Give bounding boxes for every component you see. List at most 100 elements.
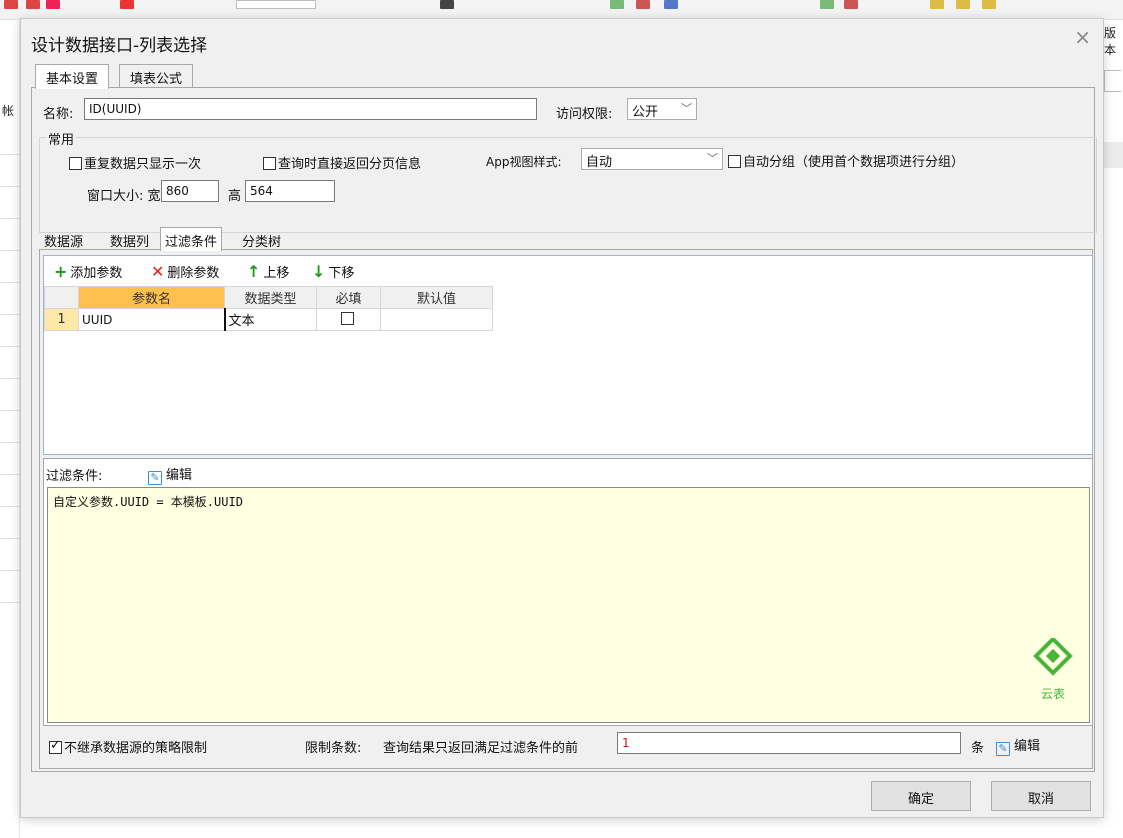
move-up-label: 上移 [263,266,290,281]
no-inherit-box[interactable] [49,738,62,754]
filter-label: 过滤条件: [46,469,103,484]
background-right-panel: 版本 [1104,20,1123,838]
repeat-once-checkbox[interactable]: 重复数据只显示一次 [69,153,201,172]
tab-category-tree[interactable]: 分类树 [237,227,286,250]
move-down-label: 下移 [328,266,355,281]
close-icon[interactable]: × [1074,25,1091,49]
repeat-once-label: 重复数据只显示一次 [84,157,202,172]
filter-expression-box: 过滤条件: ✎ 编辑 自定义参数.UUID = 本模板.UUID 云表 [43,458,1093,726]
window-width-input[interactable]: 860 [161,180,219,202]
edit-icon: ✎ [996,742,1010,756]
tab-basic-settings[interactable]: 基本设置 [35,64,110,89]
name-input[interactable]: ID(UUID) [84,98,537,120]
parameter-toolbar: + 添加参数 ✕ 删除参数 ↑ 上移 ↓ 下移 [44,256,1092,286]
app-toolbar-icon [844,0,858,9]
no-inherit-label: 不继承数据源的策略限制 [64,741,208,756]
background-left-label: 帐 [2,104,15,118]
window-size-label: 窗口大小: 宽 [87,189,161,204]
tab-filter-conditions[interactable]: 过滤条件 [160,227,223,251]
plus-icon: + [54,262,68,281]
design-data-interface-dialog: 设计数据接口-列表选择 × 基本设置 填表公式 名称: ID(UUID) 访问权… [20,18,1104,818]
column-header[interactable]: 默认值 [380,286,493,309]
add-param-button[interactable]: + 添加参数 [54,262,122,281]
return-page-info-checkbox[interactable]: 查询时直接返回分页信息 [263,153,421,172]
common-group-title: 常用 [46,129,77,148]
return-page-info-label: 查询时直接返回分页信息 [278,157,422,172]
auto-group-checkbox[interactable]: 自动分组（使用首个数据项进行分组） [728,151,964,170]
app-view-select[interactable]: 自动 ﹀ [581,148,723,170]
app-toolbar-icon [120,0,134,9]
table-row[interactable]: 1 UUID 文本 [44,308,493,331]
filter-header: 过滤条件: ✎ 编辑 [44,459,1092,485]
move-up-button[interactable]: ↑ 上移 [247,262,289,281]
param-required-cell[interactable] [316,308,381,331]
chevron-down-icon: ﹀ [681,102,692,115]
auto-group-box[interactable] [728,155,741,168]
auto-group-label: 自动分组（使用首个数据项进行分组） [743,155,965,170]
background-right-label: 版本 [1104,26,1117,57]
window-height-input[interactable]: 564 [245,180,335,202]
param-type-cell[interactable]: 文本 [224,308,317,331]
no-inherit-checkbox[interactable]: 不继承数据源的策略限制 [49,737,207,756]
chevron-down-icon: ﹀ [707,152,718,165]
parameter-grid: + 添加参数 ✕ 删除参数 ↑ 上移 ↓ 下移 参数名 数据类型 必填 默认值 1 UU… [43,255,1093,455]
column-header[interactable]: 参数名 [78,286,225,309]
tab-data-columns[interactable]: 数据列 [105,227,154,250]
yunbiao-logo-text: 云表 [1040,687,1065,701]
arrow-down-icon: ↓ [312,262,326,281]
column-header[interactable]: 必填 [316,286,381,309]
row-number-header [44,286,79,309]
app-view-select-value: 自动 [586,155,613,170]
column-header[interactable]: 数据类型 [224,286,317,309]
filter-edit-label: 编辑 [166,468,193,483]
delete-param-label: 删除参数 [167,266,220,281]
window-height-label: 高 [228,189,242,204]
app-toolbar-icon [982,0,996,9]
repeat-once-box[interactable] [69,157,82,170]
limit-unit: 条 [971,741,985,756]
limit-description: 查询结果只返回满足过滤条件的前 [383,741,579,756]
app-toolbar-icon [664,0,678,9]
background-toolbar [0,0,1123,20]
limit-count-input[interactable]: 1 [617,732,961,754]
background-left-panel: 帐 [0,20,20,838]
yunbiao-logo: 云表 [1028,636,1078,708]
add-param-label: 添加参数 [70,266,123,281]
cancel-button[interactable]: 取消 [991,781,1091,811]
parameter-table: 参数名 数据类型 必填 默认值 1 UUID 文本 [44,286,493,331]
ok-button[interactable]: 确定 [871,781,971,811]
param-default-cell[interactable] [380,308,493,331]
app-toolbar-icon [440,0,454,9]
name-label: 名称: [43,107,74,122]
filter-formula-editor[interactable]: 自定义参数.UUID = 本模板.UUID 云表 [47,487,1090,723]
edit-icon: ✎ [148,471,162,485]
limit-edit-label: 编辑 [1014,739,1041,754]
app-view-label: App视图样式: [486,155,562,169]
limit-edit-button[interactable]: ✎ 编辑 [996,735,1040,756]
tab-data-source[interactable]: 数据源 [39,227,88,250]
background-strip [1104,142,1123,168]
app-toolbar-icon [26,0,40,9]
app-toolbar-icon [956,0,970,9]
delete-param-button[interactable]: ✕ 删除参数 [151,262,219,281]
app-toolbar-icon [46,0,60,9]
delete-x-icon: ✕ [151,262,165,281]
app-toolbar-icon [636,0,650,9]
row-number: 1 [44,308,79,331]
arrow-up-icon: ↑ [247,262,261,281]
background-field [1104,70,1121,92]
access-label: 访问权限: [556,107,613,122]
filter-edit-button[interactable]: ✎ 编辑 [148,464,192,485]
required-checkbox[interactable] [341,312,354,325]
access-select[interactable]: 公开 ﹀ [627,98,697,120]
yunbiao-logo-icon [1033,636,1073,676]
access-select-value: 公开 [632,105,659,120]
tab-fill-formula[interactable]: 填表公式 [119,64,194,88]
move-down-button[interactable]: ↓ 下移 [312,262,354,281]
filter-expression: 自定义参数.UUID = 本模板.UUID [53,495,243,509]
app-toolbar-field [236,0,316,9]
limit-label: 限制条数: [305,741,362,756]
param-name-cell[interactable]: UUID [78,308,226,331]
app-toolbar-icon [820,0,834,9]
return-page-info-box[interactable] [263,157,276,170]
